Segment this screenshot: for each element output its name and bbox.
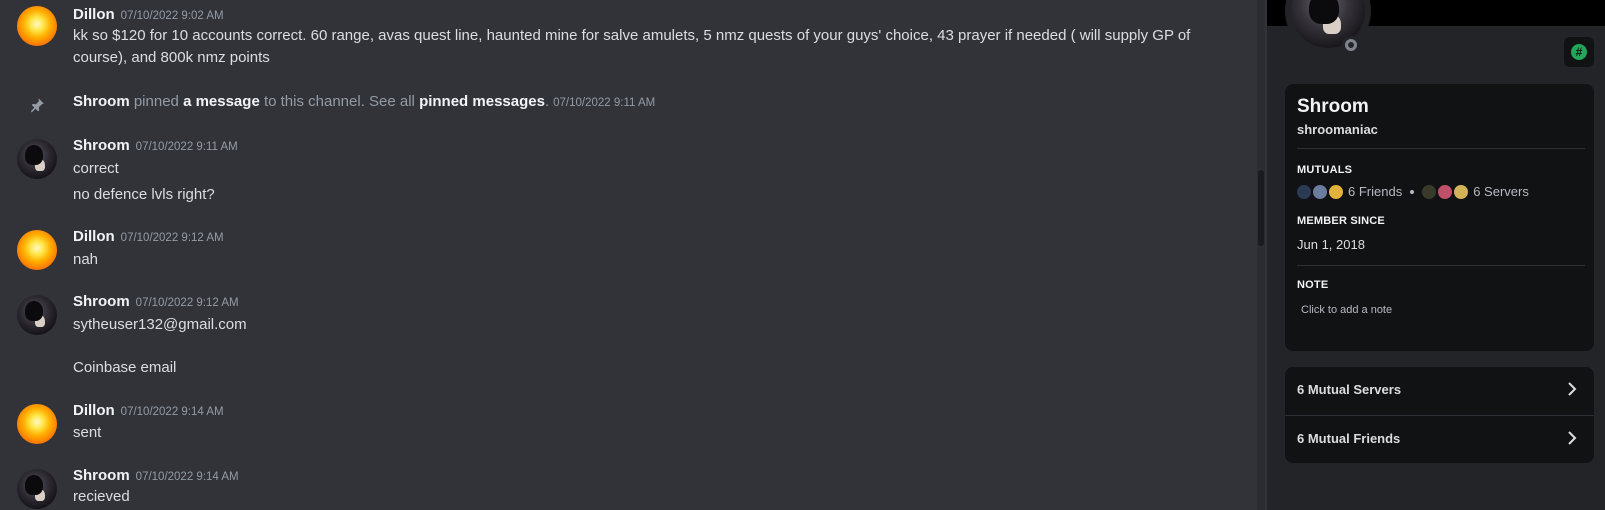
message-header: Dillon 07/10/2022 9:14 AM bbox=[73, 402, 224, 420]
author-name[interactable]: Shroom bbox=[73, 93, 130, 110]
profile-card: Shroom shroomaniac MUTUALS 6 Friends 6 S… bbox=[1285, 84, 1594, 351]
system-text: pinned bbox=[129, 93, 184, 110]
timestamp: 07/10/2022 9:02 AM bbox=[120, 10, 224, 22]
system-text: to this channel. See all bbox=[259, 93, 420, 110]
divider bbox=[1297, 148, 1585, 149]
note-heading: NOTE bbox=[1297, 279, 1329, 291]
server-icon bbox=[1438, 184, 1453, 199]
server-icon bbox=[1422, 184, 1437, 199]
avatar[interactable] bbox=[17, 295, 57, 335]
scrollbar-thumb[interactable] bbox=[1258, 170, 1264, 246]
username[interactable]: shroomaniac bbox=[1297, 122, 1378, 137]
timestamp: 07/10/2022 9:14 AM bbox=[135, 471, 239, 483]
message-header: Shroom 07/10/2022 9:14 AM bbox=[73, 467, 239, 485]
separator-dot bbox=[1410, 189, 1415, 194]
button-label: 6 Mutual Servers bbox=[1297, 382, 1402, 397]
message-text: correct bbox=[73, 160, 119, 177]
hashtag-badge-icon[interactable]: # bbox=[1564, 37, 1594, 67]
message-text: Coinbase email bbox=[73, 359, 177, 376]
message-header: Shroom 07/10/2022 9:11 AM bbox=[73, 137, 238, 155]
message-header: Shroom 07/10/2022 9:12 AM bbox=[73, 293, 239, 311]
note-input[interactable]: Click to add a note bbox=[1301, 304, 1392, 316]
mutuals-heading: MUTUALS bbox=[1297, 164, 1353, 176]
mutuals-row[interactable]: 6 Friends 6 Servers bbox=[1297, 184, 1529, 199]
message-text: no defence lvls right? bbox=[73, 186, 215, 203]
author-name[interactable]: Shroom bbox=[73, 467, 130, 484]
pinned-message-link[interactable]: a message bbox=[183, 93, 260, 110]
author-name[interactable]: Dillon bbox=[73, 228, 115, 245]
avatar[interactable] bbox=[17, 404, 57, 444]
message-text: nah bbox=[73, 251, 99, 268]
chat-area: Dillon 07/10/2022 9:02 AM kk so $120 for … bbox=[0, 0, 1258, 510]
system-pin-message: Shroom pinned a message to this channel.… bbox=[73, 93, 655, 110]
author-name[interactable]: Dillon bbox=[73, 6, 115, 23]
display-name: Shroom bbox=[1297, 96, 1369, 117]
message-text: sytheuser132@gmail.com bbox=[73, 316, 247, 333]
chevron-right-icon bbox=[1568, 382, 1577, 396]
timestamp: 07/10/2022 9:12 AM bbox=[135, 297, 239, 309]
timestamp: 07/10/2022 9:11 AM bbox=[135, 141, 238, 153]
mutuals-buttons: 6 Mutual Servers 6 Mutual Friends bbox=[1285, 367, 1594, 463]
member-since-heading: MEMBER SINCE bbox=[1297, 215, 1385, 227]
pin-icon bbox=[31, 98, 44, 113]
offline-status-icon bbox=[1342, 36, 1360, 54]
friend-avatar-icon bbox=[1329, 184, 1343, 199]
author-name[interactable]: Shroom bbox=[73, 293, 130, 310]
pinned-messages-link[interactable]: pinned messages bbox=[419, 93, 545, 110]
mutual-friends-button[interactable]: 6 Mutual Friends bbox=[1285, 416, 1594, 463]
divider bbox=[1297, 265, 1585, 266]
timestamp: 07/10/2022 9:11 AM bbox=[553, 97, 656, 109]
message-text: kk so $120 for 10 accounts correct. 60 r… bbox=[73, 27, 1191, 66]
member-since-date: Jun 1, 2018 bbox=[1297, 237, 1365, 252]
author-name[interactable]: Shroom bbox=[73, 137, 130, 154]
message-header: Dillon 07/10/2022 9:12 AM bbox=[73, 228, 224, 246]
chevron-right-icon bbox=[1568, 431, 1577, 445]
message-text: recieved bbox=[73, 488, 130, 505]
avatar[interactable] bbox=[17, 6, 57, 46]
avatar[interactable] bbox=[17, 230, 57, 270]
button-label: 6 Mutual Friends bbox=[1297, 431, 1401, 446]
system-text: . bbox=[544, 93, 550, 110]
message-text: sent bbox=[73, 424, 102, 441]
friend-avatar-icon bbox=[1313, 184, 1327, 199]
user-profile-panel: # Shroom shroomaniac MUTUALS 6 Friends 6… bbox=[1267, 0, 1605, 510]
scrollbar-track[interactable] bbox=[1257, 0, 1265, 510]
avatar[interactable] bbox=[17, 139, 57, 179]
avatar[interactable] bbox=[17, 469, 57, 509]
timestamp: 07/10/2022 9:12 AM bbox=[120, 232, 224, 244]
timestamp: 07/10/2022 9:14 AM bbox=[120, 406, 224, 418]
message-header: Dillon 07/10/2022 9:02 AM bbox=[73, 6, 224, 24]
friend-avatar-icon bbox=[1297, 184, 1311, 199]
server-icon bbox=[1454, 184, 1469, 199]
mutual-servers-button[interactable]: 6 Mutual Servers bbox=[1285, 367, 1594, 414]
author-name[interactable]: Dillon bbox=[73, 402, 115, 419]
mutual-servers-count[interactable]: 6 Servers bbox=[1473, 184, 1529, 199]
mutual-friends-count[interactable]: 6 Friends bbox=[1348, 184, 1402, 199]
